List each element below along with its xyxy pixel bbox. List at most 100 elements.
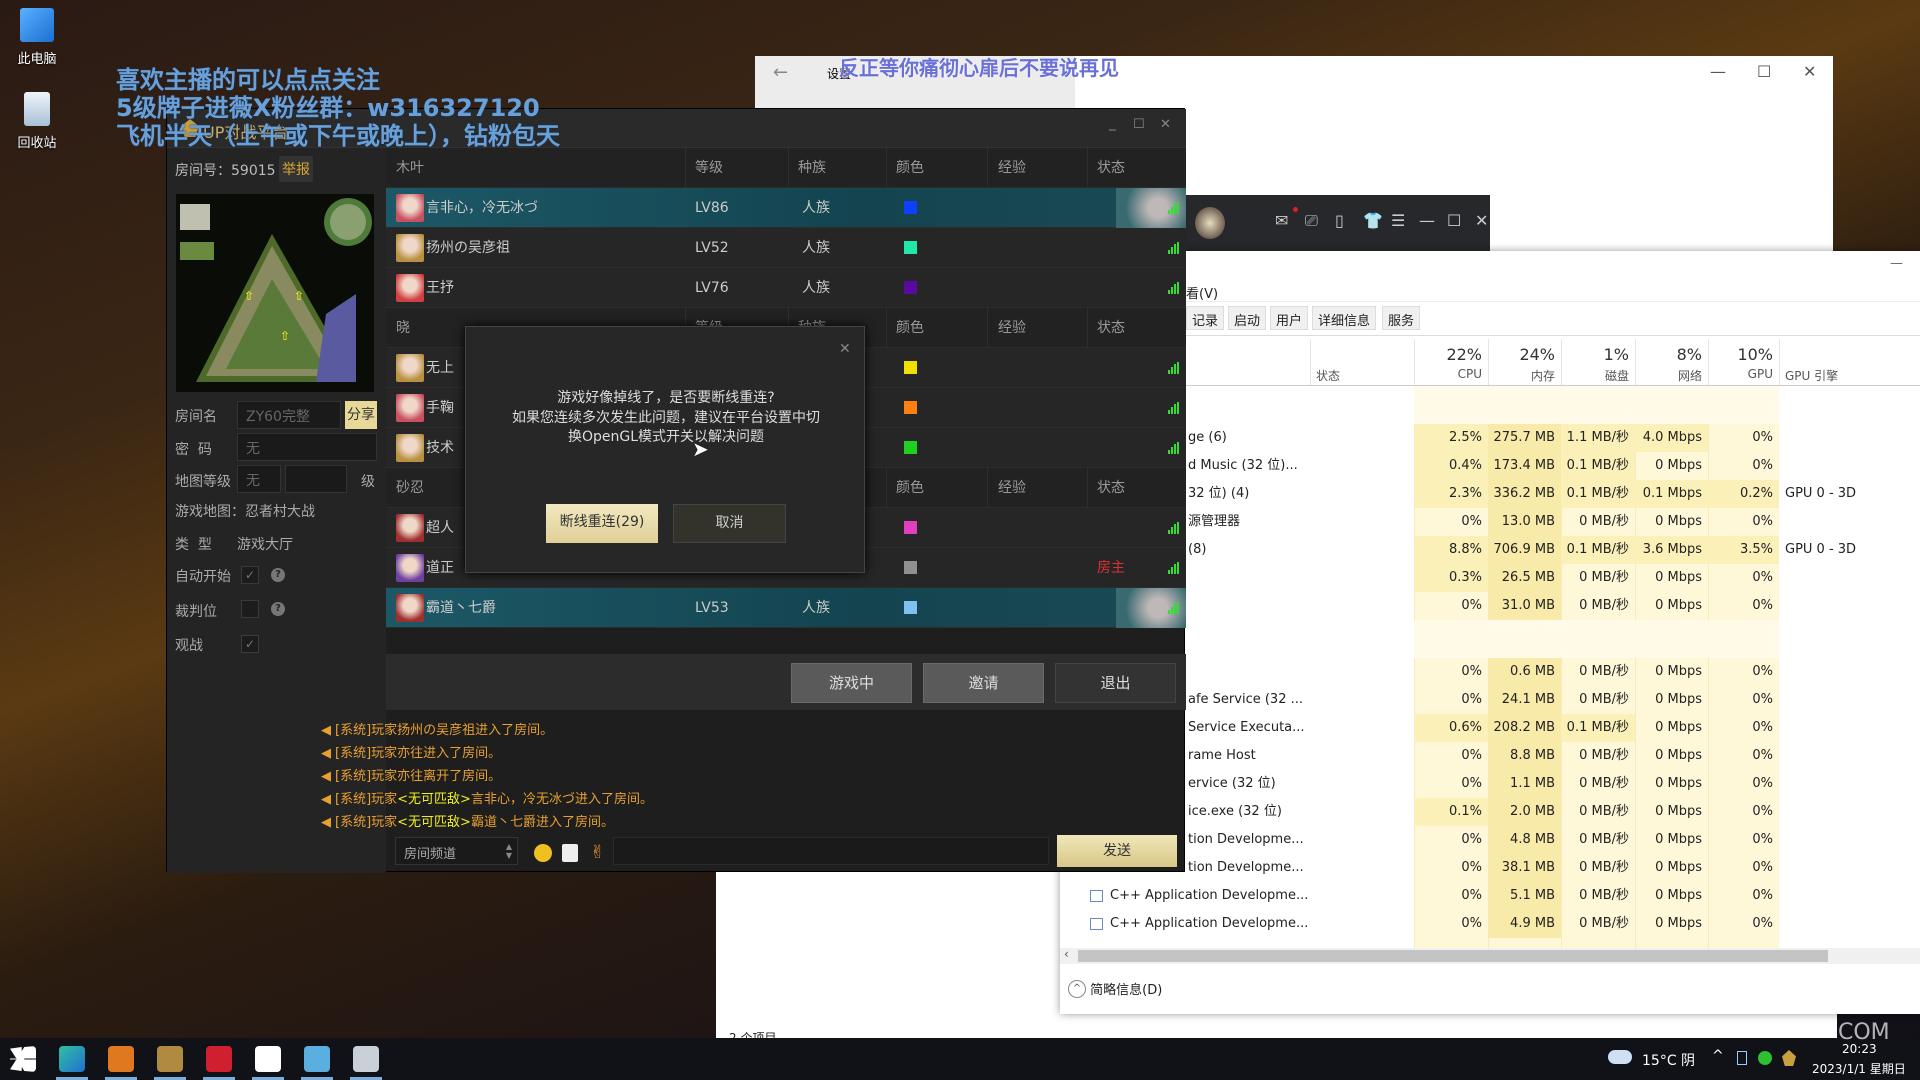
process-row[interactable]: C++ Application Developme... 0% 5.1 MB 0 MB… [1060,882,1920,910]
process-row[interactable]: Service Executa... 0.6% 208.2 MB 0.1 MB/秒 0 … [1060,714,1920,742]
process-row[interactable]: tion Developme... 0% 38.1 MB 0 MB/秒 0 Mbps 0% [1060,854,1920,882]
maximize-icon[interactable]: ☐ [1447,211,1461,230]
screen-icon[interactable]: ⎚ [1305,211,1318,231]
cell-gpu: 0% [1752,458,1773,473]
weather[interactable]: 15°C 阴 [1642,1050,1695,1070]
player-row[interactable]: 言非心，冷无冰づ LV86 人族 [386,188,1186,228]
report-button[interactable]: 举报 [279,156,313,182]
tab-0[interactable]: 记录 [1186,306,1225,330]
wechat-icon[interactable] [1758,1051,1772,1065]
cancel-button[interactable]: 取消 [673,504,786,543]
cell-disk: 0 MB/秒 [1579,692,1629,707]
minimize-button[interactable]: _ [1109,115,1116,131]
process-row[interactable]: ervice (32 位) 0% 1.1 MB 0 MB/秒 0 Mbps 0% [1060,770,1920,798]
control-panel-icon[interactable] [304,1046,330,1072]
menu-view[interactable]: 看(V) [1186,283,1218,302]
process-row[interactable]: afe Service (32 ... 0% 24.1 MB 0 MB/秒 0 Mbps… [1060,686,1920,714]
maximize-button[interactable]: ☐ [1757,62,1771,81]
avatar[interactable] [1195,207,1225,239]
spectate-checkbox[interactable]: ✓ [241,635,259,653]
signal-strength-icon [1168,442,1179,454]
in-game-button[interactable]: 游戏中 [791,663,912,703]
clock-date[interactable]: 2023/1/1 星期日 [1812,1060,1906,1077]
chat-input[interactable] [613,837,1049,865]
emoji-button[interactable] [534,844,552,862]
group-header-row[interactable] [1414,620,1779,658]
game-tray-icon[interactable] [1782,1050,1796,1066]
game-platform-icon[interactable] [157,1046,183,1072]
minimize-button[interactable]: — [1710,62,1726,81]
desktop-icon-computer[interactable]: 此电脑 [2,8,72,67]
horizontal-scrollbar[interactable]: ‹ [1060,947,1920,964]
cell-disk: 0.1 MB/秒 [1561,480,1635,508]
invite-button[interactable]: 邀请 [923,663,1044,703]
exit-button[interactable]: 退出 [1055,663,1176,703]
mail-icon[interactable]: ✉ [1275,211,1288,230]
process-row[interactable]: 32 位) (4) 2.3% 336.2 MB 0.1 MB/秒 0.1 Mbps 0.2… [1060,480,1920,508]
player-color-swatch [904,201,917,214]
cell-net: 0 Mbps [1655,832,1702,847]
gesture-button[interactable]: ✌ [590,842,605,863]
help-app-icon[interactable] [108,1046,134,1072]
close-button[interactable]: ✕ [1803,62,1816,81]
tab-2[interactable]: 用户 [1270,306,1309,330]
scroll-left-icon[interactable]: ‹ [1064,947,1069,961]
player-row[interactable]: 王抒 LV76 人族 [386,268,1186,308]
process-row[interactable]: rame Host 0% 8.8 MB 0 MB/秒 0 Mbps 0% [1060,742,1920,770]
explorer-icon[interactable] [353,1046,379,1072]
player-row[interactable]: 扬州の吴彦祖 LV52 人族 [386,228,1186,268]
netease-music-icon[interactable] [206,1046,232,1072]
tray-overflow-icon[interactable]: ^ [1712,1048,1724,1064]
edge-icon[interactable] [59,1046,85,1072]
share-button[interactable]: 分享 [345,401,377,429]
tab-1[interactable]: 启动 [1228,306,1267,330]
back-button[interactable]: ← [773,62,788,83]
maximize-button[interactable]: ☐ [1133,117,1145,132]
desktop-icon-recycle-bin[interactable]: 回收站 [2,92,72,151]
auto-start-checkbox[interactable]: ✓ [241,566,259,584]
room-name-input[interactable]: ZY60完整 [237,401,341,429]
close-button[interactable]: ✕ [839,341,851,357]
mobile-icon[interactable]: ▯ [1335,211,1344,230]
map-level-select[interactable]: 无 [237,465,281,493]
process-row[interactable]: 源管理器 0% 13.0 MB 0 MB/秒 0 Mbps 0% [1060,508,1920,536]
process-row[interactable]: 0% 31.0 MB 0 MB/秒 0 Mbps 0% [1060,592,1920,620]
process-row[interactable]: d Music (32 位)... 0.4% 173.4 MB 0.1 MB/秒 0 M… [1060,452,1920,480]
scrollbar-thumb[interactable] [1078,950,1828,962]
close-icon[interactable]: ✕ [1475,211,1488,230]
room-number: 房间号：59015 [175,163,276,179]
dice-button[interactable] [562,844,578,862]
group-header-row[interactable] [1414,386,1779,424]
process-row[interactable]: (8) 8.8% 706.9 MB 0.1 MB/秒 3.6 Mbps 3.5% GPU 0… [1060,536,1920,564]
process-row[interactable]: 0.3% 26.5 MB 0 MB/秒 0 Mbps 0% [1060,564,1920,592]
menu-icon[interactable]: ☰ [1391,211,1405,230]
skin-icon[interactable]: 👕 [1363,211,1383,230]
player-row[interactable]: 霸道丶七爵 LV53 人族 [386,588,1186,628]
signal-strength-icon [1168,402,1179,414]
tab-3[interactable]: 详细信息 [1312,306,1377,330]
process-row[interactable]: C++ Application Developme... 0% 4.9 MB 0 MB… [1060,910,1920,938]
process-row[interactable]: 0% 0.6 MB 0 MB/秒 0 Mbps 0% [1060,658,1920,686]
tab-4[interactable]: 服务 [1382,306,1421,330]
minimize-button[interactable]: — [1890,256,1903,271]
help-icon[interactable]: ? [271,568,285,582]
referee-checkbox[interactable] [241,600,259,618]
settings-icon[interactable] [255,1046,281,1072]
map-level-input[interactable] [285,465,347,493]
help-icon[interactable]: ? [271,602,285,616]
channel-select[interactable]: 房间频道 ▲ ▼ [395,837,518,865]
start-icon[interactable] [10,1046,36,1072]
reconnect-button[interactable]: 断线重连(29) [546,504,658,543]
password-input[interactable]: 无 [237,433,377,461]
cell-net: 0 Mbps [1655,458,1702,473]
room-name-label: 房间名 [175,409,217,425]
process-row[interactable]: ice.exe (32 位) 0.1% 2.0 MB 0 MB/秒 0 Mbps 0% [1060,798,1920,826]
fewer-details-button[interactable]: ^ 简略信息(D) [1068,979,1162,998]
process-row[interactable]: tion Developme... 0% 4.8 MB 0 MB/秒 0 Mbps 0% [1060,826,1920,854]
cell-cpu: 0.1% [1414,798,1488,826]
minimize-icon[interactable]: — [1419,211,1435,230]
tray-icon[interactable] [1737,1051,1747,1065]
send-button[interactable]: 发送 [1057,835,1177,867]
close-button[interactable]: ✕ [1160,117,1171,132]
process-row[interactable]: ge (6) 2.5% 275.7 MB 1.1 MB/秒 4.0 Mbps 0% [1060,424,1920,452]
